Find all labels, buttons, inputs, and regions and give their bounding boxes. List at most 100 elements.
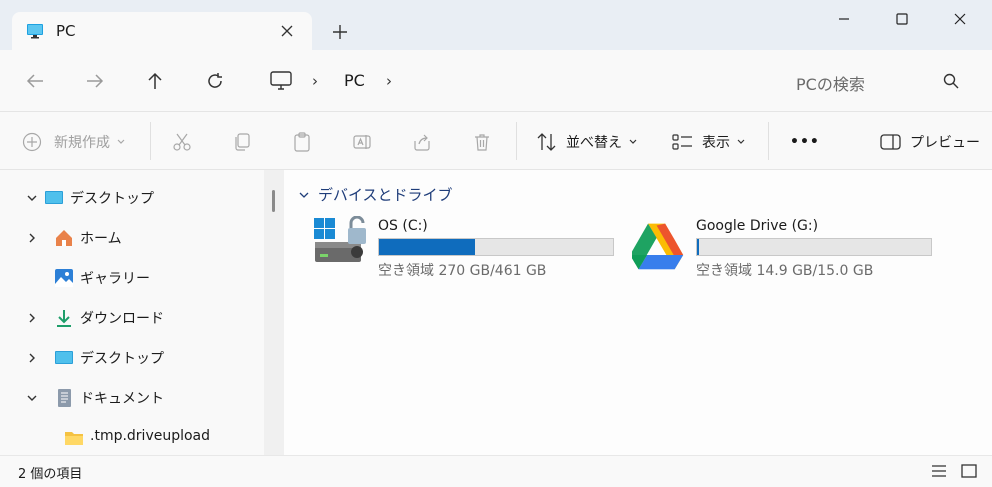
chevron-down-icon[interactable] — [24, 390, 40, 406]
paste-button[interactable] — [292, 130, 312, 154]
up-button[interactable] — [142, 68, 168, 94]
new-label: 新規作成 — [54, 135, 110, 151]
chevron-down-icon — [117, 139, 125, 144]
rename-icon — [353, 135, 371, 149]
more-button[interactable]: ••• — [790, 130, 820, 154]
content-pane: デバイスとドライブ OS (C:) 空き領域 270 GB/461 GB Goo… — [284, 170, 992, 455]
plus-circle-icon — [22, 132, 42, 152]
chevron-right-icon[interactable] — [24, 350, 40, 366]
new-tab-button[interactable] — [328, 20, 352, 44]
sort-label: 並べ替え — [566, 135, 622, 151]
refresh-button[interactable] — [202, 68, 228, 94]
tab-close-icon[interactable] — [276, 20, 298, 42]
divider — [516, 122, 517, 160]
drive-free-space: 空き領域 14.9 GB/15.0 GB — [696, 263, 874, 279]
chevron-right-icon[interactable] — [24, 230, 40, 246]
sidebar-item-label: ギャラリー — [80, 271, 150, 287]
large-icons-view-icon[interactable] — [960, 462, 978, 480]
close-window-button[interactable] — [946, 6, 974, 32]
sidebar-item-label: ホーム — [80, 231, 122, 247]
desktop-icon — [45, 191, 63, 204]
drive-usage-bar — [696, 238, 932, 256]
rename-button[interactable] — [352, 130, 372, 154]
copy-button[interactable] — [232, 130, 252, 154]
drive-c[interactable]: OS (C:) 空き領域 270 GB/461 GB — [314, 216, 624, 279]
title-bar: PC — [0, 0, 992, 50]
folder-icon — [65, 432, 83, 445]
scroll-thumb[interactable] — [272, 190, 275, 212]
details-view-icon[interactable] — [930, 462, 948, 480]
scissors-icon — [173, 133, 191, 151]
drive-usage-bar — [378, 238, 614, 256]
sidebar-item-label: .tmp.driveupload — [90, 428, 211, 444]
sidebar-item-desktop-root[interactable]: デスクトップ — [0, 180, 264, 216]
clipboard-icon — [294, 132, 310, 152]
drive-name: OS (C:) — [378, 218, 428, 234]
sidebar-item-label: デスクトップ — [70, 191, 154, 207]
breadcrumb[interactable]: › PC › — [254, 62, 766, 100]
address-row: › PC › PCの検索 — [0, 50, 992, 112]
back-button[interactable] — [22, 68, 48, 94]
sidebar-item-label: デスクトップ — [80, 351, 164, 367]
delete-button[interactable] — [472, 130, 492, 154]
monitor-icon — [270, 71, 292, 90]
status-bar: 2 個の項目 — [0, 455, 992, 487]
download-icon — [57, 310, 71, 327]
sidebar-item-gallery[interactable]: ギャラリー — [0, 260, 264, 296]
drive-free-space: 空き領域 270 GB/461 GB — [378, 263, 547, 279]
tab-pc[interactable]: PC — [12, 12, 312, 50]
desktop-icon — [55, 351, 73, 364]
new-button[interactable]: 新規作成 — [22, 130, 126, 154]
chevron-down-icon — [737, 139, 745, 144]
view-button[interactable]: 表示 — [672, 130, 746, 154]
drive-usage-fill — [697, 239, 700, 255]
view-list-icon — [672, 134, 692, 150]
divider — [768, 122, 769, 160]
forward-button[interactable] — [82, 68, 108, 94]
sidebar-item-desktop[interactable]: デスクトップ — [0, 340, 264, 376]
preview-pane-icon — [880, 134, 901, 150]
group-title: デバイスとドライブ — [318, 186, 453, 204]
gallery-icon — [55, 269, 73, 287]
document-icon — [58, 389, 71, 407]
sidebar-item-label: ドキュメント — [80, 391, 164, 407]
share-button[interactable] — [412, 130, 432, 154]
sidebar-scrollbar[interactable] — [264, 170, 284, 455]
sidebar-item-downloads[interactable]: ダウンロード — [0, 300, 264, 336]
item-count: 2 個の項目 — [18, 467, 83, 482]
minimize-button[interactable] — [830, 6, 858, 32]
sort-button[interactable]: 並べ替え — [536, 130, 638, 154]
search-input[interactable]: PCの検索 — [776, 62, 976, 100]
view-label: 表示 — [702, 135, 730, 151]
sidebar-item-label: ダウンロード — [80, 311, 164, 327]
chevron-right-icon[interactable]: › — [312, 72, 318, 90]
chevron-right-icon[interactable] — [24, 310, 40, 326]
sidebar-item-tmp-driveupload[interactable]: .tmp.driveupload — [0, 420, 264, 456]
chevron-down-icon[interactable] — [298, 189, 310, 201]
trash-icon — [475, 134, 489, 151]
navigation-pane: デスクトップ ホーム ギャラリー ダウンロード デスクトップ ドキュメント .t… — [0, 170, 264, 455]
copy-icon — [235, 133, 250, 151]
group-header-devices[interactable]: デバイスとドライブ — [298, 184, 453, 205]
sidebar-item-documents[interactable]: ドキュメント — [0, 380, 264, 416]
chevron-down-icon[interactable] — [24, 190, 40, 206]
sidebar-item-home[interactable]: ホーム — [0, 220, 264, 256]
drive-g[interactable]: Google Drive (G:) 空き領域 14.9 GB/15.0 GB — [632, 216, 942, 279]
preview-button[interactable]: プレビュー — [880, 130, 980, 154]
drive-usage-fill — [379, 239, 475, 255]
cut-button[interactable] — [172, 130, 192, 154]
sort-icon — [537, 133, 556, 151]
windows-drive-icon — [314, 216, 366, 262]
tab-title: PC — [56, 22, 76, 40]
chevron-right-icon[interactable]: › — [386, 72, 392, 90]
more-icon: ••• — [790, 134, 820, 150]
chevron-down-icon — [629, 139, 637, 144]
breadcrumb-pc[interactable]: PC — [344, 71, 365, 90]
drive-name: Google Drive (G:) — [696, 218, 819, 234]
google-drive-icon — [632, 223, 684, 270]
divider — [150, 122, 151, 160]
share-icon — [414, 134, 430, 151]
monitor-icon — [27, 24, 43, 39]
maximize-button[interactable] — [888, 6, 916, 32]
command-bar: 新規作成 並べ替え 表示 ••• プレビュー — [0, 112, 992, 170]
